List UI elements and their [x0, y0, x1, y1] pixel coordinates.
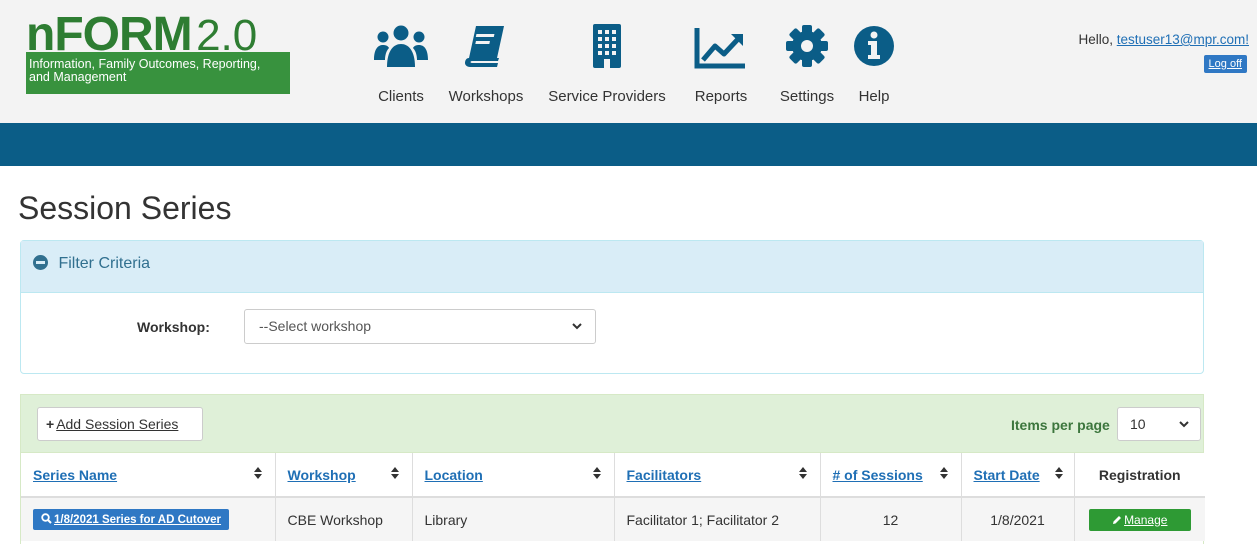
plus-icon: + — [46, 416, 55, 432]
sort-icon — [798, 467, 807, 479]
filter-header[interactable]: Filter Criteria — [21, 241, 1203, 293]
col-facilitators[interactable]: Facilitators — [614, 453, 821, 498]
col-workshop-label: Workshop — [287, 466, 356, 483]
nav-item-clients[interactable]: Clients — [366, 22, 436, 106]
manage-button[interactable]: Manage — [1088, 508, 1191, 531]
nav-item-settings[interactable]: Settings — [774, 22, 840, 106]
add-session-series-button[interactable]: + Add Session Series — [37, 407, 203, 441]
col-series-name[interactable]: Series Name — [21, 453, 276, 498]
workshop-label: Workshop: — [137, 319, 210, 335]
logo-tagline: Information, Family Outcomes, Reporting,… — [26, 52, 290, 94]
cell-registration: Manage — [1074, 497, 1205, 541]
col-facilitators-label: Facilitators — [626, 466, 702, 483]
cell-start-date: 1/8/2021 — [961, 497, 1075, 541]
sort-icon — [592, 467, 601, 479]
nav-label-clients: Clients — [378, 88, 424, 105]
nav-item-workshops[interactable]: Workshops — [448, 22, 524, 106]
cell-workshop: CBE Workshop — [275, 497, 413, 541]
page-title: Session Series — [18, 190, 232, 226]
nav-item-reports[interactable]: Reports — [690, 22, 752, 106]
items-per-page-select[interactable]: 10 — [1117, 407, 1201, 441]
header: nFORM 2.0 Information, Family Outcomes, … — [0, 0, 1257, 123]
cell-series-name: 1/8/2021 Series for AD Cutover — [21, 497, 276, 541]
chart-line-icon — [694, 28, 745, 69]
items-per-page-label: Items per page — [1011, 417, 1110, 433]
cell-facilitators: Facilitator 1; Facilitator 2 — [614, 497, 821, 541]
results-panel: + Add Session Series Items per page 10 Se… — [20, 394, 1205, 544]
col-location[interactable]: Location — [412, 453, 615, 498]
col-workshop[interactable]: Workshop — [275, 453, 413, 498]
sort-icon — [253, 467, 262, 479]
nav-item-service-providers[interactable]: Service Providers — [548, 22, 666, 106]
gear-icon — [786, 25, 828, 67]
manage-label: Manage — [1124, 512, 1168, 527]
nav-label-workshops: Workshops — [448, 88, 524, 105]
session-series-table: Series Name Workshop Location Facilitato… — [21, 453, 1205, 541]
user-greeting: Hello, testuser13@mpr.com! — [1078, 32, 1249, 47]
table-header-row: Series Name Workshop Location Facilitato… — [21, 453, 1205, 498]
chevron-down-icon — [572, 323, 582, 330]
nav-label-reports: Reports — [694, 88, 748, 105]
logo-tagline-line2: and Management — [29, 70, 127, 84]
sort-icon — [1054, 467, 1063, 479]
col-location-label: Location — [424, 466, 483, 483]
items-per-page-value: 10 — [1130, 416, 1146, 432]
cell-sessions: 12 — [820, 497, 962, 541]
info-icon — [854, 26, 894, 66]
logoff-button[interactable]: Log off — [1203, 55, 1247, 73]
nav-label-service-providers: Service Providers — [548, 88, 666, 105]
nav-bar — [0, 123, 1257, 166]
workshop-select-value: --Select workshop — [259, 318, 372, 334]
filter-panel: Filter Criteria Workshop: --Select works… — [20, 240, 1204, 374]
greeting-text: Hello, — [1078, 32, 1113, 47]
building-icon — [593, 24, 621, 68]
cell-location: Library — [412, 497, 615, 541]
results-toolbar: + Add Session Series Items per page 10 — [21, 395, 1203, 453]
series-name-text: 1/8/2021 Series for AD Cutover — [54, 514, 222, 526]
table-row: 1/8/2021 Series for AD Cutover CBE Works… — [21, 497, 1205, 541]
chevron-down-icon — [1179, 421, 1189, 428]
user-email-link[interactable]: testuser13@mpr.com! — [1117, 32, 1249, 47]
nform-logo[interactable]: nFORM 2.0 Information, Family Outcomes, … — [26, 10, 290, 94]
col-series-name-label: Series Name — [33, 466, 118, 483]
col-registration: Registration — [1074, 453, 1205, 498]
nav-label-help: Help — [858, 88, 890, 105]
col-registration-label: Registration — [1098, 466, 1181, 483]
users-icon — [374, 25, 428, 67]
col-start-date-label: Start Date — [973, 466, 1040, 483]
sort-icon — [939, 467, 948, 479]
minus-circle-icon — [33, 255, 48, 270]
workshop-select[interactable]: --Select workshop — [244, 309, 596, 344]
col-start-date[interactable]: Start Date — [961, 453, 1075, 498]
nav-item-help[interactable]: Help — [846, 22, 902, 106]
filter-heading: Filter Criteria — [58, 255, 151, 272]
col-sessions[interactable]: # of Sessions — [820, 453, 962, 498]
add-session-series-label: Add Session Series — [56, 416, 179, 432]
open-series-button[interactable]: 1/8/2021 Series for AD Cutover — [33, 509, 230, 530]
sort-icon — [390, 467, 399, 479]
search-icon — [41, 513, 52, 524]
nav-label-settings: Settings — [779, 88, 835, 105]
book-icon — [465, 26, 504, 67]
pencil-icon — [1113, 515, 1122, 524]
col-sessions-label: # of Sessions — [832, 466, 923, 483]
